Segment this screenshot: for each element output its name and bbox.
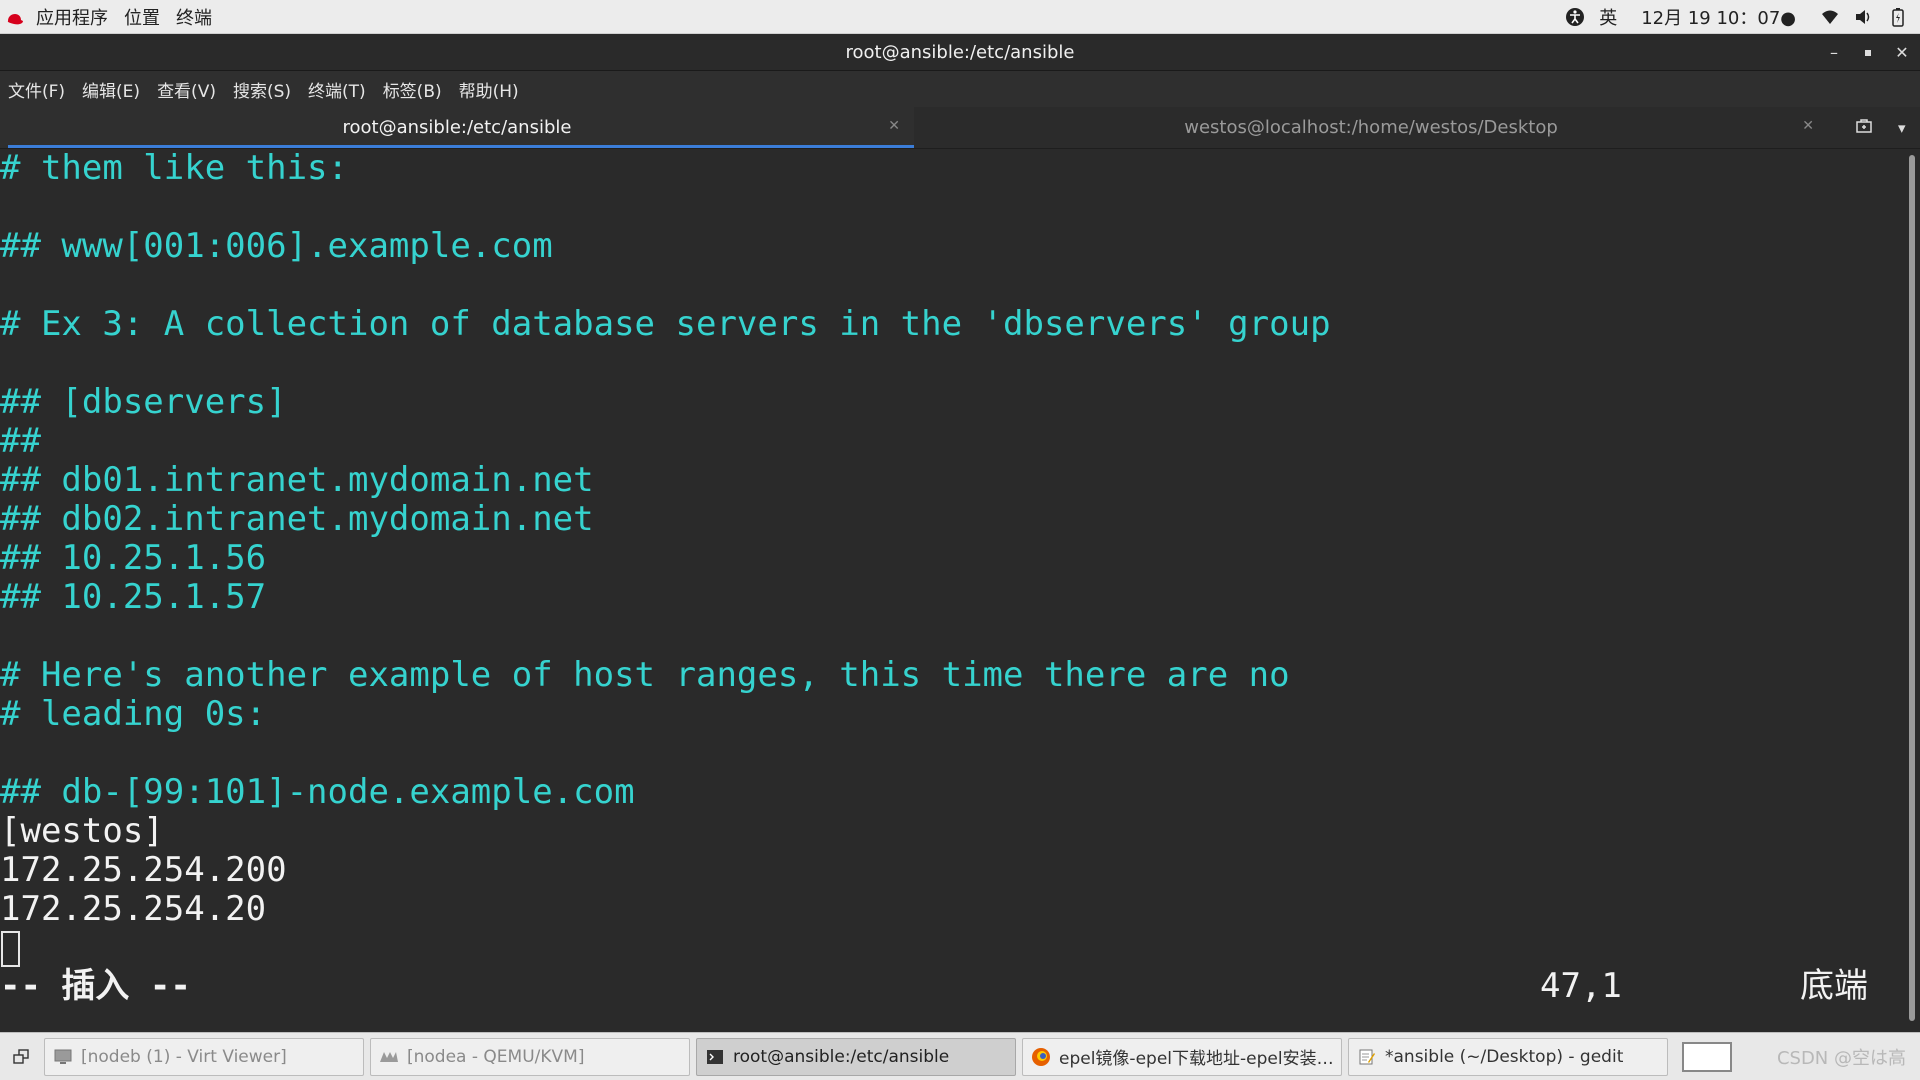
menu-file[interactable]: 文件(F) [8, 77, 65, 102]
window-title: root@ansible:/etc/ansible [845, 41, 1075, 63]
window-titlebar[interactable]: root@ansible:/etc/ansible – ✕ [0, 34, 1920, 71]
terminal-line: 172.25.254.20 [0, 889, 267, 929]
tab-westos-desktop[interactable]: westos@localhost:/home/westos/Desktop ✕ [914, 107, 1828, 148]
menu-terminal[interactable]: 终端(T) [308, 77, 366, 102]
redhat-logo-icon [6, 10, 24, 24]
tab-tools: ▾ [1828, 107, 1906, 148]
terminal-line: # Here's another example of host ranges,… [0, 655, 1290, 695]
task-list: [nodeb (1) - Virt Viewer] [nodea - QEMU/K… [38, 1037, 1668, 1076]
menu-help[interactable]: 帮助(H) [459, 77, 519, 102]
terminal-line: ## www[001:006].example.com [0, 226, 553, 266]
watermark: CSDN @空は高 [1776, 1047, 1906, 1069]
workspace-switcher[interactable] [1682, 1041, 1732, 1072]
tab-label: westos@localhost:/home/westos/Desktop [1184, 117, 1558, 138]
wifi-icon[interactable] [1820, 7, 1840, 27]
taskbar-button-label: epel镜像-epel下载地址-epel安装教… [1059, 1049, 1341, 1069]
close-tab-icon[interactable]: ✕ [888, 118, 900, 134]
desktop: 应用程序 位置 终端 英 12月 19 10：07● root@ansible:… [0, 0, 1920, 1080]
gnome-top-bar: 应用程序 位置 终端 英 12月 19 10：07● [0, 0, 1920, 34]
terminal-tabs: root@ansible:/etc/ansible ✕ westos@local… [0, 107, 1920, 149]
terminal-output[interactable]: -- 插入 -- 47,1 底端 # them like this: ## www… [0, 149, 1904, 1032]
terminal-line: ## db02.intranet.mydomain.net [0, 499, 594, 539]
taskbar-button[interactable]: *ansible (~/Desktop) - gedit [1348, 1037, 1668, 1076]
terminal-line: [westos] [0, 811, 164, 851]
window-controls: – ✕ [1824, 34, 1912, 71]
vim-scroll-position: 底端 [1800, 966, 1868, 1006]
monitor-icon [53, 1047, 73, 1067]
show-desktop-icon[interactable] [4, 1038, 38, 1076]
taskbar-button-label: [nodea - QEMU/KVM] [407, 1046, 585, 1067]
terminal-line: ## [0, 421, 41, 461]
topbar-menus: 应用程序 位置 终端 [0, 4, 222, 30]
taskbar-button-label: root@ansible:/etc/ansible [733, 1046, 950, 1067]
terminal-menubar: 文件(F) 编辑(E) 查看(V) 搜索(S) 终端(T) 标签(B) 帮助(H… [0, 71, 1920, 107]
taskbar-button[interactable]: epel镜像-epel下载地址-epel安装教… [1022, 1037, 1342, 1076]
clock[interactable]: 12月 19 10：07● [1641, 4, 1796, 30]
minimize-icon[interactable]: – [1824, 43, 1844, 63]
taskbar-button[interactable]: [nodeb (1) - Virt Viewer] [44, 1037, 364, 1076]
terminal-app-menu[interactable]: 终端 [170, 4, 222, 30]
text-editor-icon [1357, 1047, 1377, 1067]
terminal-line: 172.25.254.200 [0, 850, 287, 890]
scrollbar-thumb[interactable] [1909, 155, 1915, 1021]
menu-tabs[interactable]: 标签(B) [383, 77, 442, 102]
terminal-scrollbar[interactable] [1904, 149, 1920, 1032]
tabs-dropdown-icon[interactable]: ▾ [1898, 119, 1906, 137]
terminal-line: # Ex 3: A collection of database servers… [0, 304, 1331, 344]
taskbar-button-label: *ansible (~/Desktop) - gedit [1385, 1046, 1624, 1067]
vim-mode-indicator: -- 插入 -- [0, 966, 191, 1006]
terminal-line: ## db-[99:101]-node.example.com [0, 772, 635, 812]
tab-label: root@ansible:/etc/ansible [342, 117, 572, 138]
vim-cursor-position: 47,1 [1540, 966, 1622, 1006]
terminal-line: # them like this: [0, 149, 348, 188]
accessibility-icon[interactable] [1565, 7, 1585, 27]
close-tab-icon[interactable]: ✕ [1802, 118, 1814, 134]
terminal-icon [705, 1047, 725, 1067]
topbar-tray: 英 12月 19 10：07● [1565, 4, 1920, 30]
volume-icon[interactable] [1854, 7, 1874, 27]
menu-search[interactable]: 搜索(S) [233, 77, 291, 102]
taskbar-button[interactable]: [nodea - QEMU/KVM] [370, 1037, 690, 1076]
terminal-line: ## 10.25.1.57 [0, 577, 267, 617]
menu-view[interactable]: 查看(V) [157, 77, 216, 102]
maximize-icon[interactable] [1858, 43, 1878, 63]
vm-icon [379, 1047, 399, 1067]
menu-edit[interactable]: 编辑(E) [82, 77, 140, 102]
terminal-line: # leading 0s: [0, 694, 267, 734]
new-tab-icon[interactable] [1856, 118, 1872, 137]
close-icon[interactable]: ✕ [1892, 43, 1912, 63]
battery-icon[interactable] [1888, 7, 1908, 27]
window-list-taskbar: [nodeb (1) - Virt Viewer] [nodea - QEMU/K… [0, 1032, 1920, 1080]
firefox-icon [1031, 1047, 1051, 1067]
taskbar-button[interactable]: root@ansible:/etc/ansible [696, 1037, 1016, 1076]
text-cursor [1, 931, 20, 967]
places-menu[interactable]: 位置 [118, 4, 170, 30]
tab-root-ansible[interactable]: root@ansible:/etc/ansible ✕ [0, 107, 914, 148]
terminal-line: ## [dbservers] [0, 382, 287, 422]
terminal-line: ## db01.intranet.mydomain.net [0, 460, 594, 500]
input-method-indicator[interactable]: 英 [1599, 4, 1617, 30]
terminal-line: ## 10.25.1.56 [0, 538, 267, 578]
applications-menu[interactable]: 应用程序 [30, 4, 118, 30]
taskbar-button-label: [nodeb (1) - Virt Viewer] [81, 1046, 287, 1067]
